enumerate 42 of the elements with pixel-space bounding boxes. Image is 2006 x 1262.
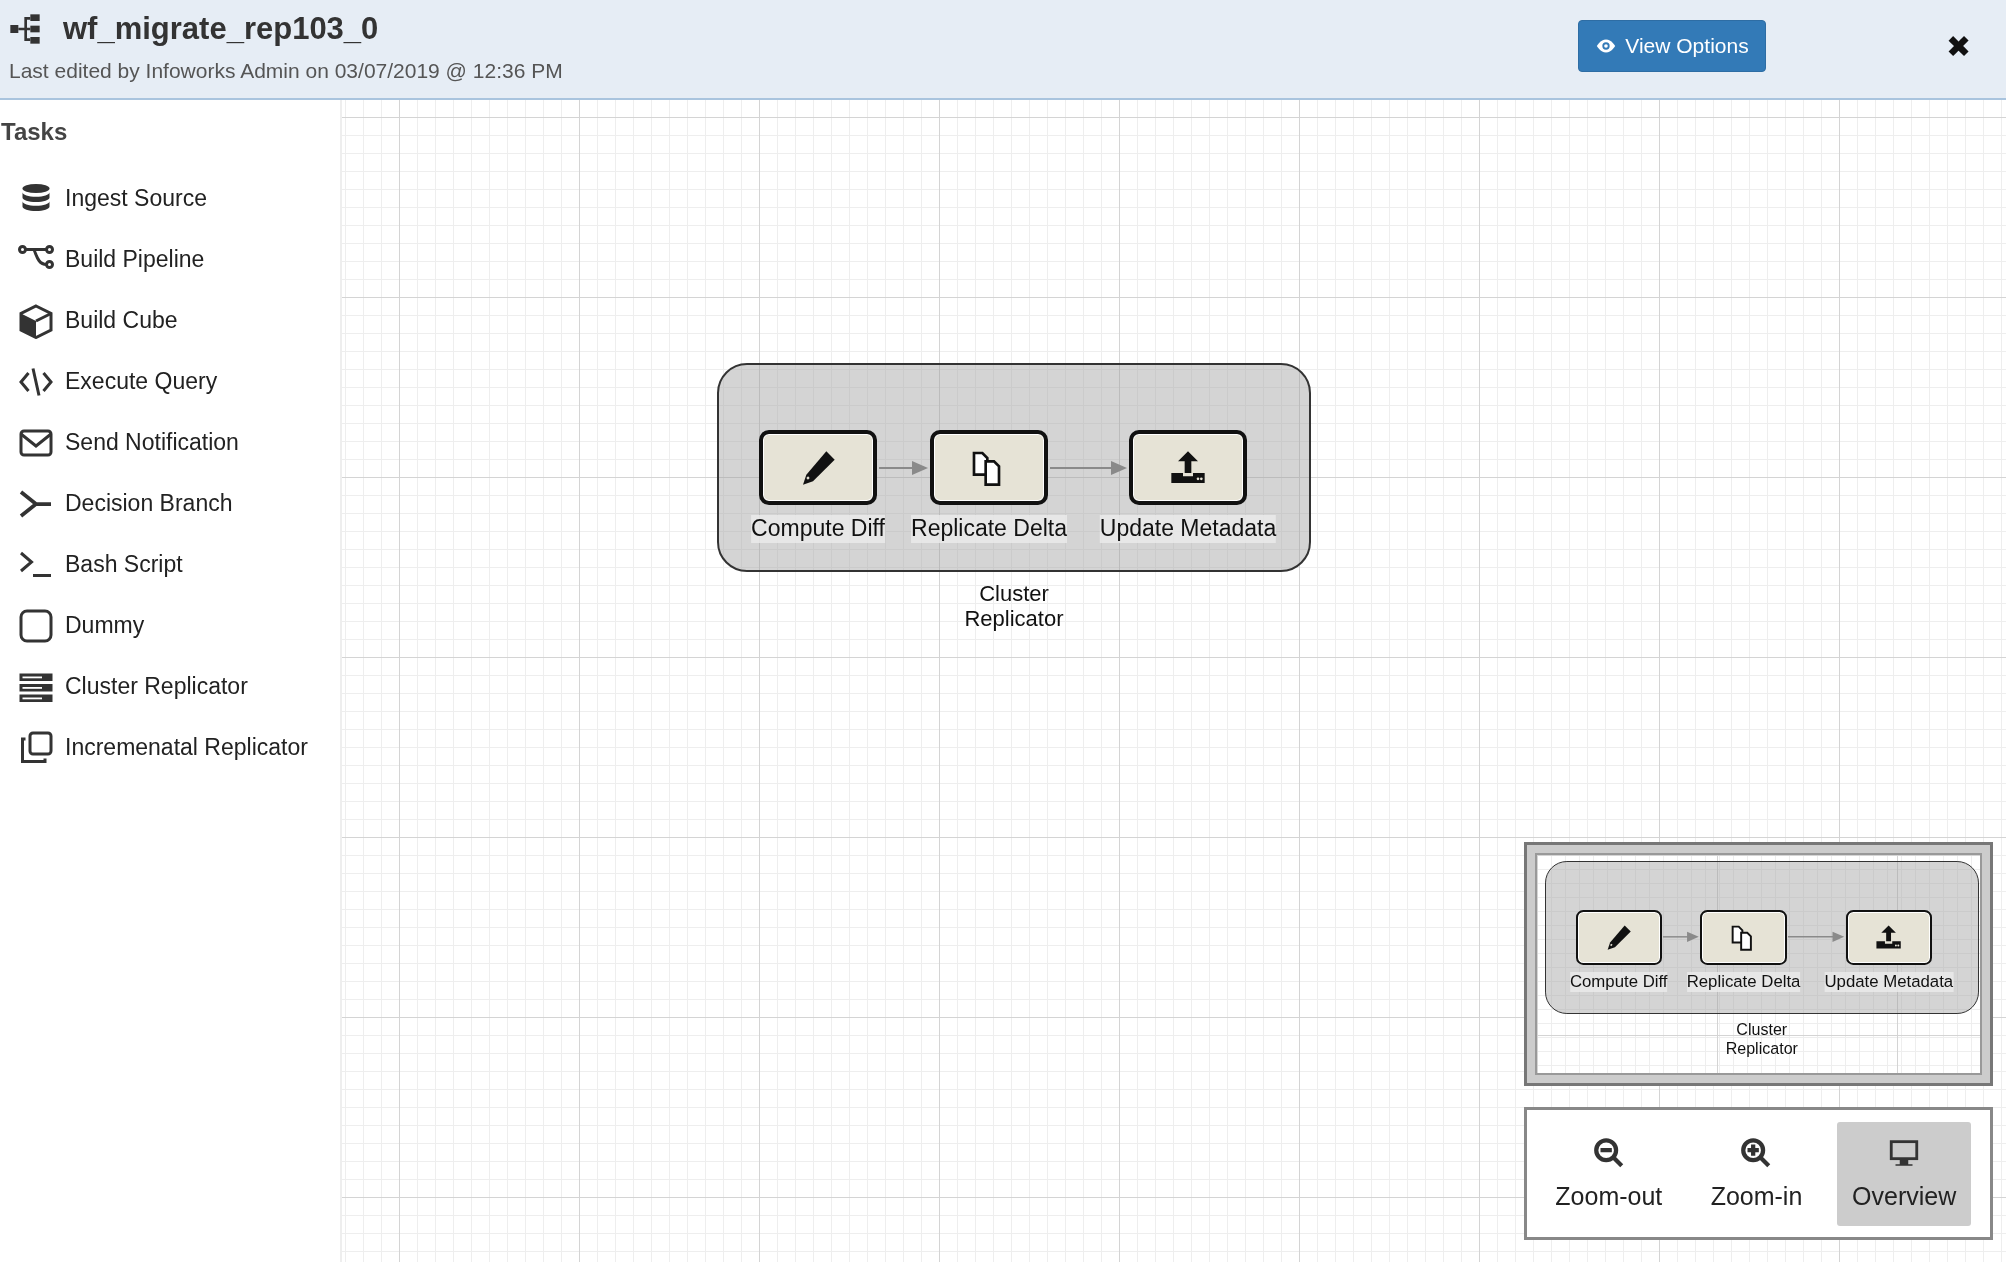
connector-arrow: [1788, 932, 1845, 943]
connector-arrow: [879, 460, 928, 475]
view-options-button[interactable]: View Options: [1578, 20, 1766, 72]
task-item[interactable]: Execute Query: [0, 351, 218, 412]
node-label: Update Metadata: [1099, 515, 1277, 543]
task-item[interactable]: Decision Branch: [0, 473, 233, 534]
group-label: Cluster Replicator: [963, 581, 1065, 632]
close-button[interactable]: ✖: [1940, 28, 1976, 64]
overview-button[interactable]: Overview: [1837, 1121, 1972, 1226]
zoom-out-icon: [1591, 1136, 1626, 1170]
sitemap-icon: [9, 13, 41, 45]
workflow-title: wf_migrate_rep103_0: [63, 11, 379, 47]
minimap-panel[interactable]: Compute Diff Replicate Delta Update Metadata Cluster Replicator: [1524, 842, 1993, 1086]
task-item[interactable]: Send Notification: [0, 412, 239, 473]
task-node[interactable]: [1575, 909, 1662, 965]
connector-arrow: [1663, 932, 1699, 943]
node-label: Replicate Delta: [911, 515, 1067, 543]
last-edited-text: Last edited by Infoworks Admin on 03/07/2019 @ 12:36 PM: [9, 59, 563, 83]
node-label: Replicate Delta: [1686, 971, 1801, 993]
task-node[interactable]: [1129, 430, 1247, 505]
task-node[interactable]: [1700, 909, 1787, 965]
zoom-out-button[interactable]: Zoom-out: [1541, 1121, 1676, 1226]
group-label: Cluster Replicator: [1724, 1020, 1799, 1058]
task-item[interactable]: Dummy: [0, 595, 145, 656]
task-item[interactable]: Ingest Source: [0, 168, 207, 229]
task-item[interactable]: Cluster Replicator: [0, 656, 248, 717]
task-node[interactable]: [1845, 909, 1932, 965]
cube-icon: [18, 302, 54, 339]
node-label: Compute Diff: [751, 515, 885, 543]
node-label: Compute Diff: [1569, 971, 1668, 993]
task-item[interactable]: Build Cube: [0, 290, 178, 351]
square-icon: [18, 607, 54, 644]
task-item[interactable]: Bash Script: [0, 534, 183, 595]
task-node[interactable]: [759, 430, 877, 505]
eye-icon: [1595, 38, 1618, 54]
task-item[interactable]: Build Pipeline: [0, 229, 205, 290]
task-node[interactable]: [930, 430, 1048, 505]
task-item[interactable]: Incremenatal Replicator: [0, 717, 308, 778]
zoom-in-button[interactable]: Zoom-in: [1689, 1121, 1824, 1226]
copy-icon: [18, 729, 54, 766]
node-label: Update Metadata: [1824, 971, 1954, 993]
tasks-heading: Tasks: [1, 118, 68, 146]
